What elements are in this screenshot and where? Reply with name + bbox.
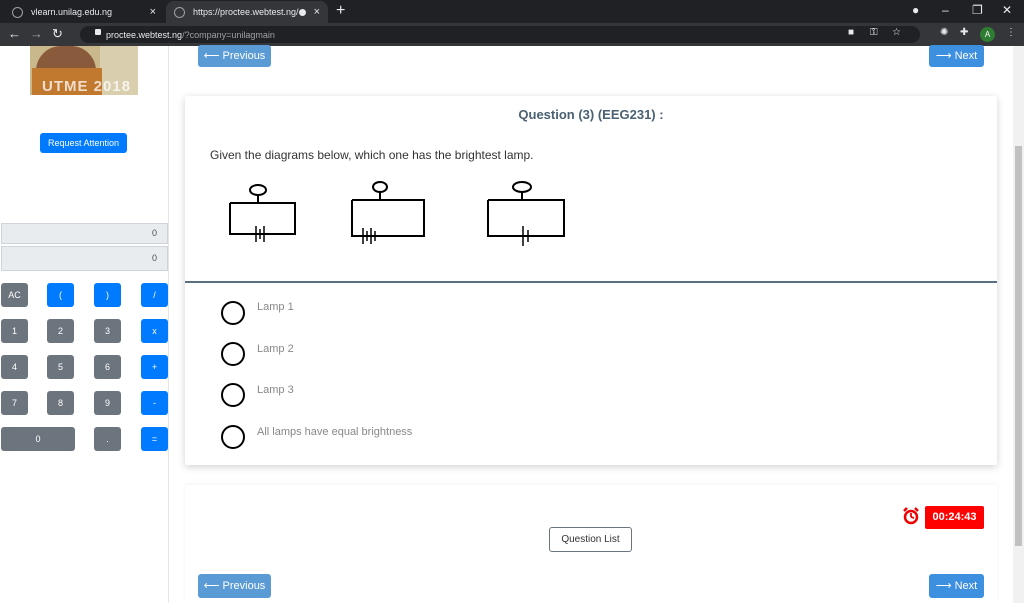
bookmark-star-icon[interactable]: ☆ [892,27,901,38]
forward-button[interactable]: → [30,26,43,41]
calc-key-1[interactable]: 1 [1,319,28,343]
option-label-3[interactable]: Lamp 3 [257,384,294,396]
webcam-feed: UTME 2018 [30,46,138,95]
tab-title: https://proctee.webtest.ng/?c [193,7,299,17]
tab-close-icon[interactable]: × [314,6,320,18]
countdown-timer: 00:24:43 [925,506,984,529]
restore-button[interactable]: ❐ [972,3,983,17]
calc-key-7[interactable]: 7 [1,391,28,415]
calc-key-0[interactable]: 0 [1,427,75,451]
calc-key-8[interactable]: 8 [47,391,74,415]
browser-tabbar: vlearn.unilag.edu.ng × https://proctee.w… [0,0,1024,23]
calc-key-open-paren[interactable]: ( [47,283,74,307]
sidebar: UTME 2018 Request Attention 0 0 AC ( ) /… [0,46,169,603]
calc-key-9[interactable]: 9 [94,391,121,415]
window-close-button[interactable]: ✕ [1002,3,1012,17]
recording-icon [298,8,306,16]
circuit-diagram-lamp-1 [229,184,296,242]
calc-key-plus[interactable]: + [141,355,168,379]
lock-icon [95,29,101,35]
calc-key-multiply[interactable]: x [141,319,168,343]
globe-icon [12,6,23,18]
calc-key-decimal[interactable]: . [94,427,121,451]
circuit-diagram-lamp-3 [487,181,565,246]
key-icon[interactable]: ⚿ [870,27,878,38]
calc-key-4[interactable]: 4 [1,355,28,379]
new-tab-button[interactable]: + [336,2,345,20]
calculator-display-bottom: 0 [1,246,168,271]
scrollbar-thumb[interactable] [1015,146,1022,546]
browser-profile-menu-icon[interactable]: ● [912,3,919,17]
circuit-diagram-lamp-2 [351,181,425,244]
calc-key-3[interactable]: 3 [94,319,121,343]
profile-avatar[interactable]: A [980,27,995,42]
tab-close-icon[interactable]: × [150,6,156,18]
question-title: Question (3) (EEG231) : [518,107,664,122]
previous-button-bottom[interactable]: ⟵ Previous [198,574,271,598]
back-button[interactable]: ← [8,26,21,41]
browser-menu-icon[interactable]: ⋮ [1006,27,1016,38]
option-radio-4[interactable] [221,425,245,449]
browser-tab-proctee[interactable]: https://proctee.webtest.ng/?c × [166,1,328,23]
next-button-bottom[interactable]: ⟶ Next [929,574,984,598]
globe-icon [174,6,185,18]
puzzle-icon[interactable]: ✚ [960,27,968,38]
camera-icon[interactable]: ■ [848,27,854,38]
option-radio-3[interactable] [221,383,245,407]
option-radio-1[interactable] [221,301,245,325]
minimize-button[interactable]: – [942,3,949,17]
calc-key-ac[interactable]: AC [1,283,28,307]
calc-key-5[interactable]: 5 [47,355,74,379]
reload-button[interactable]: ↻ [52,26,63,42]
previous-button-top[interactable]: ⟵ Previous [198,45,271,67]
question-card: Question (3) (EEG231) : Given the diagra… [185,96,997,465]
option-label-4[interactable]: All lamps have equal brightness [257,426,412,438]
request-attention-button[interactable]: Request Attention [40,133,127,153]
circuit-diagrams [229,181,565,246]
question-divider [185,281,997,283]
calc-key-divide[interactable]: / [141,283,168,307]
option-label-2[interactable]: Lamp 2 [257,343,294,355]
calc-key-close-paren[interactable]: ) [94,283,121,307]
question-text: Given the diagrams below, which one has … [210,148,534,162]
tab-title: vlearn.unilag.edu.ng [31,7,113,17]
page-scrollbar[interactable] [1013,46,1024,603]
question-list-button[interactable]: Question List [549,527,632,552]
extension-icon[interactable]: ✺ [940,27,948,38]
next-button-top[interactable]: ⟶ Next [929,45,984,67]
calc-key-6[interactable]: 6 [94,355,121,379]
calc-key-minus[interactable]: - [141,391,168,415]
alarm-clock-icon [903,507,919,525]
calc-key-2[interactable]: 2 [47,319,74,343]
url-text[interactable]: proctee.webtest.ng/?company=unilagmain [106,30,275,40]
option-radio-2[interactable] [221,342,245,366]
calc-key-equals[interactable]: = [141,427,168,451]
browser-tab-vlearn[interactable]: vlearn.unilag.edu.ng × [4,1,164,23]
option-label-1[interactable]: Lamp 1 [257,301,294,313]
calculator-display-top: 0 [1,223,168,244]
webcam-watermark: UTME 2018 [42,78,132,95]
